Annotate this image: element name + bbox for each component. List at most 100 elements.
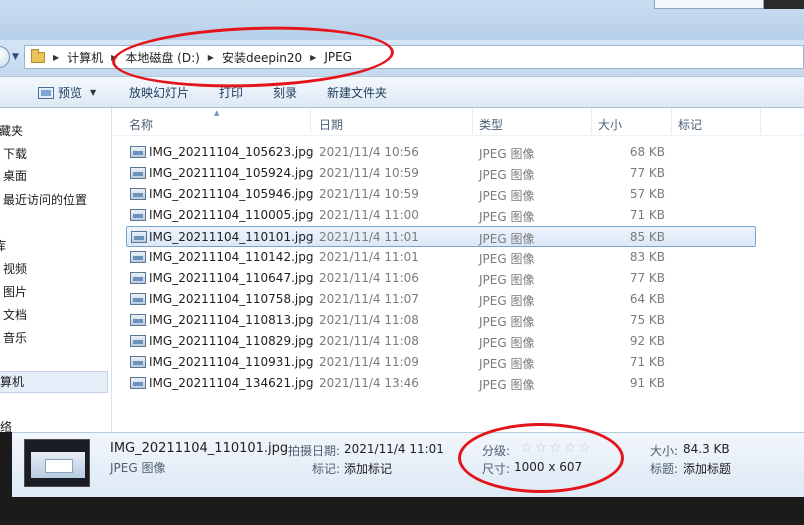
sidebar-item-pictures[interactable]: 图片 [3, 283, 27, 300]
file-type: JPEG 图像 [479, 232, 535, 246]
column-header-name[interactable]: 名称 [129, 116, 153, 133]
new-folder-button[interactable]: 新建文件夹 [327, 84, 387, 101]
dimensions-label: 尺寸: [482, 462, 511, 476]
image-file-icon [130, 188, 146, 200]
column-divider[interactable] [310, 108, 311, 134]
sidebar-item-favorites[interactable]: 收藏夹 [0, 122, 23, 139]
file-row[interactable]: IMG_20211104_105924.jpg 2021/11/4 10:59 … [126, 163, 756, 184]
file-type: JPEG 图像 [479, 357, 535, 371]
sidebar-item-documents[interactable]: 文档 [3, 306, 27, 323]
address-bar-area: ▼ ▶ 计算机 ▶ 本地磁盘 (D:) ▶ 安装deepin20 ▶ JPEG [0, 40, 804, 76]
column-divider[interactable] [671, 108, 672, 134]
breadcrumb-computer[interactable]: 计算机 [67, 49, 103, 66]
file-name: IMG_20211104_110101.jpg [149, 230, 314, 244]
new-folder-label: 新建文件夹 [327, 86, 388, 100]
file-name: IMG_20211104_110829.jpg [149, 334, 314, 348]
dimensions-value: 1000 x 607 [514, 460, 583, 474]
title-value[interactable]: 添加标题 [683, 460, 731, 477]
sidebar-item-libraries[interactable]: 库 [0, 237, 6, 254]
sidebar-item-computer[interactable]: 计算机 [0, 371, 108, 393]
folder-icon [31, 48, 45, 63]
file-row[interactable]: IMG_20211104_110142.jpg 2021/11/4 11:01 … [126, 247, 756, 268]
chevron-right-icon[interactable]: ▶ [53, 53, 59, 62]
sidebar-item-recent-places[interactable]: 最近访问的位置 [3, 191, 87, 208]
sidebar-item-videos[interactable]: 视频 [3, 260, 27, 277]
file-name: IMG_20211104_110142.jpg [149, 250, 314, 264]
image-thumbnail [24, 439, 90, 487]
file-row[interactable]: IMG_20211104_105623.jpg 2021/11/4 10:56 … [126, 142, 756, 163]
burn-button[interactable]: 刻录 [273, 84, 297, 101]
file-row[interactable]: IMG_20211104_110005.jpg 2021/11/4 11:00 … [126, 205, 756, 226]
image-file-icon [130, 335, 146, 347]
file-row[interactable]: IMG_20211104_134621.jpg 2021/11/4 13:46 … [126, 373, 756, 394]
file-name: IMG_20211104_110931.jpg [149, 355, 314, 369]
breadcrumb-install-deepin[interactable]: 安装deepin20 [222, 49, 302, 66]
tags-value[interactable]: 添加标记 [344, 460, 392, 477]
file-row[interactable]: IMG_20211104_110813.jpg 2021/11/4 11:08 … [126, 310, 756, 331]
sidebar-item-music[interactable]: 音乐 [3, 329, 27, 346]
title-label: 标题: [650, 462, 679, 476]
image-file-icon [130, 377, 146, 389]
date-taken-value[interactable]: 2021/11/4 11:01 [344, 442, 444, 456]
column-header-type[interactable]: 类型 [479, 116, 503, 133]
sidebar-item-downloads[interactable]: 下载 [3, 145, 27, 162]
window-title-bar [0, 0, 804, 40]
star-icon[interactable]: ☆ [578, 441, 591, 455]
column-header-tags[interactable]: 标记 [678, 116, 702, 133]
search-box-edge[interactable] [654, 0, 764, 9]
file-row-selected[interactable]: IMG_20211104_110101.jpg 2021/11/4 11:01 … [126, 226, 756, 247]
file-date: 2021/11/4 13:46 [319, 376, 419, 390]
breadcrumb-jpeg[interactable]: JPEG [324, 50, 352, 64]
file-row[interactable]: IMG_20211104_110647.jpg 2021/11/4 11:06 … [126, 268, 756, 289]
file-date: 2021/11/4 10:56 [319, 145, 419, 159]
file-date: 2021/11/4 11:09 [319, 355, 419, 369]
column-divider[interactable] [472, 108, 473, 134]
breadcrumb[interactable]: ▶ 计算机 ▶ 本地磁盘 (D:) ▶ 安装deepin20 ▶ JPEG [24, 45, 804, 69]
rating-stars[interactable]: ☆ ☆ ☆ ☆ ☆ [520, 441, 591, 455]
file-type: JPEG 图像 [479, 294, 535, 308]
file-type: JPEG 图像 [479, 189, 535, 203]
file-type: JPEG 图像 [479, 336, 535, 350]
star-icon[interactable]: ☆ [520, 441, 533, 455]
star-icon[interactable]: ☆ [535, 441, 548, 455]
file-size: 75 KB [629, 313, 665, 327]
date-taken-label: 拍摄日期: [288, 444, 341, 458]
image-file-icon [130, 314, 146, 326]
column-header-size[interactable]: 大小 [598, 116, 622, 133]
file-row[interactable]: IMG_20211104_110931.jpg 2021/11/4 11:09 … [126, 352, 756, 373]
file-date: 2021/11/4 11:00 [319, 208, 419, 222]
file-date: 2021/11/4 11:08 [319, 313, 419, 327]
file-date: 2021/11/4 11:07 [319, 292, 419, 306]
file-date: 2021/11/4 11:08 [319, 334, 419, 348]
slideshow-label: 放映幻灯片 [129, 86, 190, 100]
column-header-date[interactable]: 日期 [319, 116, 343, 133]
column-divider[interactable] [591, 108, 592, 134]
chevron-right-icon[interactable]: ▶ [111, 53, 117, 62]
forward-button[interactable] [0, 46, 10, 68]
history-dropdown-icon[interactable]: ▼ [12, 52, 19, 62]
print-button[interactable]: 打印 [219, 84, 243, 101]
file-size: 83 KB [629, 250, 665, 264]
file-date: 2021/11/4 11:06 [319, 271, 419, 285]
file-row[interactable]: IMG_20211104_110758.jpg 2021/11/4 11:07 … [126, 289, 756, 310]
file-size: 77 KB [629, 271, 665, 285]
file-type: JPEG 图像 [479, 147, 535, 161]
file-type: JPEG 图像 [479, 378, 535, 392]
file-row[interactable]: IMG_20211104_110829.jpg 2021/11/4 11:08 … [126, 331, 756, 352]
file-name: IMG_20211104_110647.jpg [149, 271, 314, 285]
chevron-right-icon[interactable]: ▶ [310, 53, 316, 62]
preview-button[interactable]: 预览 ▼ [38, 84, 96, 101]
file-row[interactable]: IMG_20211104_105946.jpg 2021/11/4 10:59 … [126, 184, 756, 205]
star-icon[interactable]: ☆ [564, 441, 577, 455]
chevron-right-icon[interactable]: ▶ [208, 53, 214, 62]
thumbnail-content [31, 452, 85, 478]
slideshow-button[interactable]: 放映幻灯片 [129, 84, 189, 101]
star-icon[interactable]: ☆ [549, 441, 562, 455]
column-divider[interactable] [760, 108, 761, 134]
breadcrumb-drive-d[interactable]: 本地磁盘 (D:) [125, 49, 199, 66]
burn-label: 刻录 [273, 86, 298, 100]
image-file-icon [130, 356, 146, 368]
file-name: IMG_20211104_105946.jpg [149, 187, 314, 201]
image-file-icon [130, 251, 146, 263]
sidebar-item-desktop[interactable]: 桌面 [3, 167, 27, 184]
